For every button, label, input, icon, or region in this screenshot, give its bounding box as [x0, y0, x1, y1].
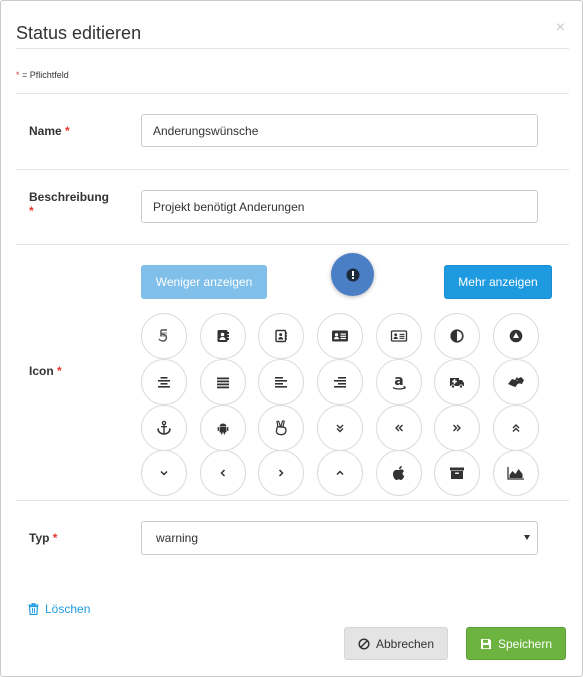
icon-option-address-card[interactable]: [317, 313, 363, 359]
type-label: Typ *: [29, 531, 57, 545]
angle-up-icon: [336, 470, 344, 476]
icon-option-angle-left[interactable]: [200, 450, 246, 496]
icon-option-address-book-o[interactable]: [258, 313, 304, 359]
delete-label: Löschen: [45, 602, 91, 616]
icon-label: Icon *: [29, 364, 62, 378]
angle-double-left-icon: [395, 424, 403, 432]
icon-required-star: *: [57, 364, 62, 378]
icon-option-adn[interactable]: [493, 313, 539, 359]
selected-icon-preview[interactable]: [331, 253, 374, 296]
name-label: Name *: [29, 124, 70, 138]
divider: [16, 169, 569, 170]
icon-option-anchor[interactable]: [141, 405, 187, 451]
type-select[interactable]: warning: [141, 521, 538, 555]
description-required-star: *: [29, 204, 34, 218]
angle-left-icon: [220, 469, 226, 477]
show-less-button[interactable]: Weniger anzeigen: [141, 265, 267, 299]
divider: [16, 93, 569, 94]
area-chart-icon: [507, 467, 524, 480]
ambulance-icon: [450, 378, 464, 389]
icon-option-angle-double-down[interactable]: [317, 405, 363, 451]
name-required-star: *: [65, 124, 70, 138]
trash-icon: [28, 603, 39, 615]
icon-option-align-right[interactable]: [317, 359, 363, 405]
angle-right-icon: [278, 469, 284, 477]
icon-label-text: Icon: [29, 364, 54, 378]
align-justify-icon: [217, 377, 229, 389]
apple-icon: [393, 466, 405, 480]
angellist-icon: [275, 420, 287, 436]
align-left-icon: [275, 377, 287, 388]
icon-option-amazon[interactable]: a: [376, 359, 422, 405]
description-input[interactable]: [141, 190, 538, 223]
save-button[interactable]: Speichern: [466, 627, 566, 660]
angle-down-icon: [160, 470, 168, 476]
name-label-text: Name: [29, 124, 62, 138]
edit-status-dialog: Status editieren × * = Pflichtfeld Name …: [0, 0, 583, 677]
address-book-icon: [217, 330, 229, 342]
icon-option-android[interactable]: [200, 405, 246, 451]
cancel-label: Abbrechen: [375, 636, 435, 651]
icon-option-align-justify[interactable]: [200, 359, 246, 405]
divider: [16, 244, 569, 245]
anchor-icon: [157, 420, 171, 435]
icon-option-angle-right[interactable]: [258, 450, 304, 496]
required-field-note: * = Pflichtfeld: [16, 70, 69, 80]
address-card-icon: [332, 330, 348, 342]
icon-option-adjust[interactable]: [434, 313, 480, 359]
name-input[interactable]: [141, 114, 538, 147]
dialog-title: Status editieren: [16, 23, 142, 43]
save-label: Speichern: [497, 636, 553, 651]
icon-option-address-card-o[interactable]: [376, 313, 422, 359]
floppy-disk-icon: [480, 638, 491, 649]
icon-option-address-book[interactable]: [200, 313, 246, 359]
exclamation-circle-icon: [346, 268, 359, 281]
icon-option-500px[interactable]: [141, 313, 187, 359]
icon-option-angle-down[interactable]: [141, 450, 187, 496]
divider: [16, 500, 569, 501]
show-more-button[interactable]: Mehr anzeigen: [444, 265, 552, 299]
close-button[interactable]: ×: [556, 19, 565, 37]
delete-link[interactable]: Löschen: [28, 602, 90, 616]
adjust-icon: [450, 329, 464, 343]
icon-option-angle-up[interactable]: [317, 450, 363, 496]
required-note-text: = Pflichtfeld: [19, 70, 69, 80]
description-label-text: Beschreibung: [29, 190, 110, 204]
type-select-value: warning: [156, 531, 199, 545]
adn-icon: [509, 329, 523, 343]
archive-icon: [450, 467, 464, 479]
icon-option-angle-double-left[interactable]: [376, 405, 422, 451]
svg-text:a: a: [394, 373, 403, 389]
icon-option-ambulance[interactable]: [434, 359, 480, 405]
angle-double-down-icon: [336, 424, 344, 433]
ban-icon: [358, 637, 370, 650]
icon-option-area-chart[interactable]: [493, 450, 539, 496]
align-center-icon: [158, 377, 170, 388]
icon-grid: a: [141, 313, 541, 496]
icon-option-angle-double-right[interactable]: [434, 405, 480, 451]
american-sign-language-interpreting-icon: [508, 377, 524, 387]
angle-double-up-icon: [512, 424, 520, 432]
android-icon: [217, 423, 229, 435]
address-card-o-icon: [390, 330, 408, 342]
dialog-header: Status editieren ×: [16, 1, 569, 49]
icon-option-align-left[interactable]: [258, 359, 304, 405]
500px-icon: [158, 329, 168, 342]
icon-option-angle-double-up[interactable]: [493, 405, 539, 451]
amazon-icon: a: [392, 373, 407, 390]
type-label-text: Typ: [29, 531, 50, 545]
caret-down-icon: [524, 535, 530, 540]
align-right-icon: [334, 377, 346, 388]
type-required-star: *: [52, 531, 58, 545]
description-label: Beschreibung *: [29, 190, 109, 218]
icon-option-apple[interactable]: [376, 450, 422, 496]
icon-option-align-center[interactable]: [141, 359, 187, 405]
icon-option-archive[interactable]: [434, 450, 480, 496]
cancel-button[interactable]: Abbrechen: [344, 627, 448, 660]
address-book-o-icon: [275, 329, 287, 343]
icon-option-asl-interpreting[interactable]: [493, 359, 539, 405]
angle-double-right-icon: [453, 424, 461, 432]
icon-option-angellist[interactable]: [258, 405, 304, 451]
